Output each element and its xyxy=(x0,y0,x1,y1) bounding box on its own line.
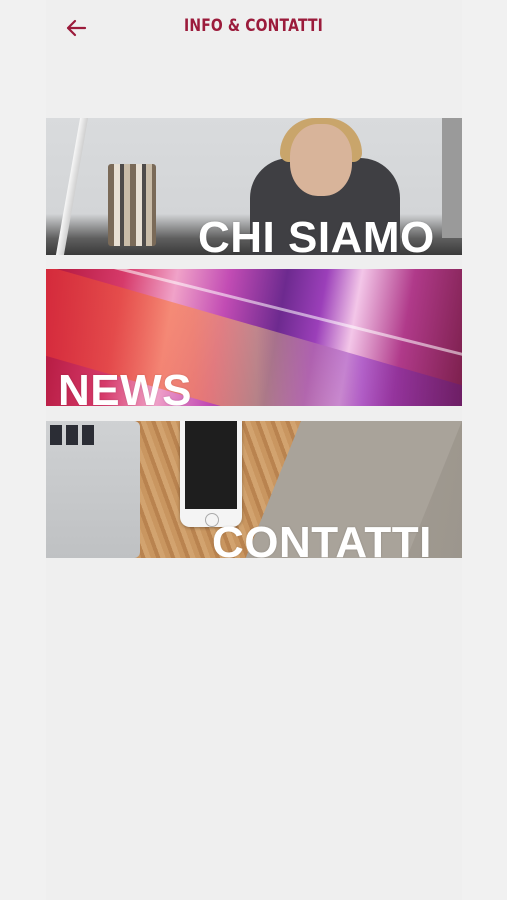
tile-chi-siamo[interactable]: CHI SIAMO xyxy=(46,118,462,255)
left-margin xyxy=(0,0,46,900)
right-margin xyxy=(462,0,507,900)
vases-image-detail xyxy=(108,164,156,246)
smartphone-image-detail xyxy=(180,421,242,527)
tile-label-news: NEWS xyxy=(58,366,192,407)
lamp-image-detail xyxy=(55,118,89,255)
tile-contatti[interactable]: CONTATTI xyxy=(46,421,462,558)
tile-label-contatti: CONTATTI xyxy=(212,518,432,559)
tile-news[interactable]: NEWS xyxy=(46,269,462,406)
tile-label-chi-siamo: CHI SIAMO xyxy=(198,213,435,256)
page-title: INFO & CONTATTI xyxy=(184,16,323,36)
laptop-image-detail xyxy=(46,421,140,558)
top-bar: INFO & CONTATTI xyxy=(0,0,507,56)
